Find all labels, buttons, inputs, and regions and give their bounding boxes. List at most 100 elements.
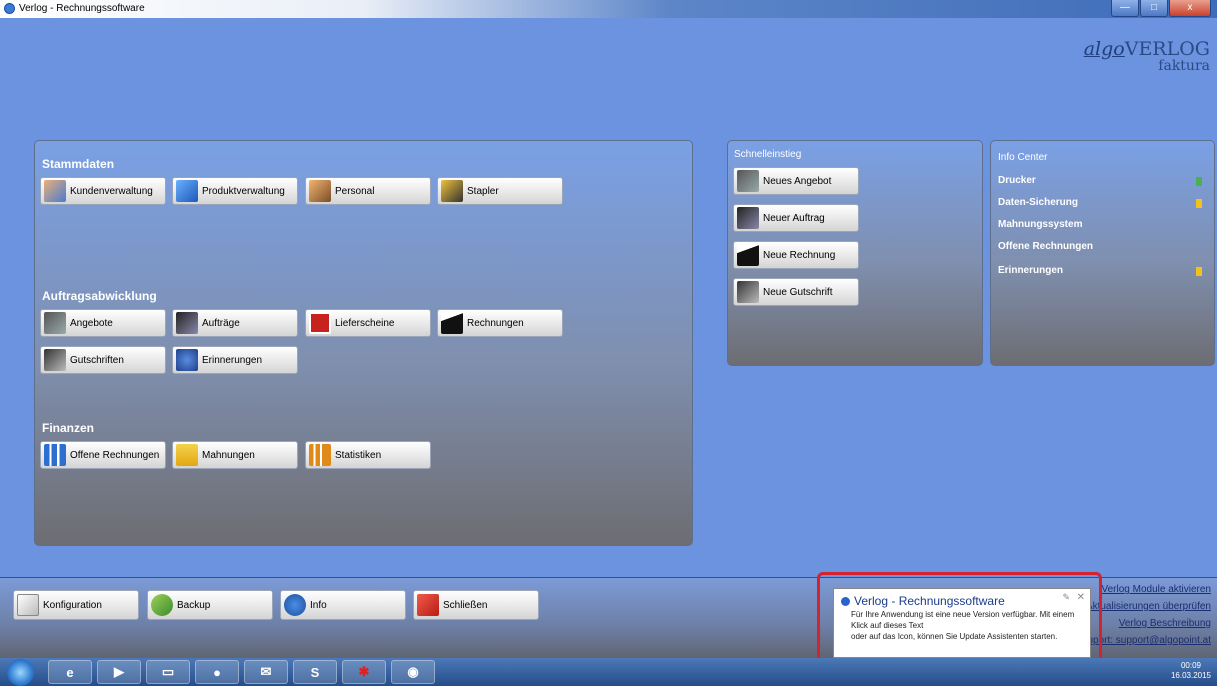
quote-icon xyxy=(737,170,759,192)
orders-icon xyxy=(737,207,759,229)
settings-icon xyxy=(17,594,39,616)
btn-label: Schließen xyxy=(443,599,488,611)
maximize-button[interactable]: □ xyxy=(1140,0,1168,17)
media-player-icon[interactable]: ▶ xyxy=(97,660,141,684)
brand-verlog: VERLOG xyxy=(1124,38,1210,60)
invoice-icon xyxy=(737,244,759,266)
reminder-icon xyxy=(176,349,198,371)
section-auftragsabwicklung: Auftragsabwicklung xyxy=(42,289,157,303)
skype-icon[interactable]: S xyxy=(293,660,337,684)
erinnerungen-button[interactable]: Erinnerungen xyxy=(172,346,298,374)
minimize-button[interactable]: — xyxy=(1111,0,1139,17)
offene-rechnungen-button[interactable]: Offene Rechnungen xyxy=(40,441,166,469)
explorer-icon[interactable]: ▭ xyxy=(146,660,190,684)
btn-label: Lieferscheine xyxy=(335,317,395,329)
system-clock[interactable]: 00:09 16.03.2015 xyxy=(1171,661,1211,681)
products-icon xyxy=(176,180,198,202)
btn-label: Neues Angebot xyxy=(763,175,832,187)
neuer-auftrag-button[interactable]: Neuer Auftrag xyxy=(733,204,859,232)
btn-label: Neue Rechnung xyxy=(763,249,836,261)
flag-icon xyxy=(1196,177,1202,186)
btn-label: Kundenverwaltung xyxy=(70,185,153,197)
staff-icon xyxy=(309,180,331,202)
info-daten-sicherung[interactable]: Daten-Sicherung xyxy=(998,197,1078,208)
credit-note-icon xyxy=(44,349,66,371)
clock-date: 16.03.2015 xyxy=(1170,671,1211,680)
close-window-button[interactable]: x xyxy=(1169,0,1211,17)
info-icon xyxy=(284,594,306,616)
mail-icon[interactable]: ✉ xyxy=(244,660,288,684)
btn-label: Gutschriften xyxy=(70,354,124,366)
neue-gutschrift-button[interactable]: Neue Gutschrift xyxy=(733,278,859,306)
btn-label: Offene Rechnungen xyxy=(70,449,160,461)
section-stammdaten: Stammdaten xyxy=(42,157,115,171)
clock-time: 00:09 xyxy=(1180,661,1201,670)
neue-rechnung-button[interactable]: Neue Rechnung xyxy=(733,241,859,269)
open-invoices-icon xyxy=(44,444,66,466)
close-icon xyxy=(417,594,439,616)
kundenverwaltung-button[interactable]: Kundenverwaltung xyxy=(40,177,166,205)
angebote-button[interactable]: Angebote xyxy=(40,309,166,337)
mahnungen-button[interactable]: Mahnungen xyxy=(172,441,298,469)
backup-icon xyxy=(151,594,173,616)
customers-icon xyxy=(44,180,66,202)
backup-button[interactable]: Backup xyxy=(147,590,273,620)
brand-logo: algoVERLOG faktura xyxy=(1084,38,1210,74)
btn-label: Erinnerungen xyxy=(202,354,263,366)
btn-label: Stapler xyxy=(467,185,499,197)
produktverwaltung-button[interactable]: Produktverwaltung xyxy=(172,177,298,205)
btn-label: Statistiken xyxy=(335,449,382,461)
btn-label: Info xyxy=(310,599,327,611)
brand-faktura: faktura xyxy=(1158,58,1210,74)
neues-angebot-button[interactable]: Neues Angebot xyxy=(733,167,859,195)
stapler-button[interactable]: Stapler xyxy=(437,177,563,205)
quickstart-title: Schnelleinstieg xyxy=(734,149,802,160)
info-mahnungssystem[interactable]: Mahnungssystem xyxy=(998,219,1082,230)
info-offene-rechnungen[interactable]: Offene Rechnungen xyxy=(998,241,1093,252)
statistics-icon xyxy=(309,444,331,466)
verlog-app-icon[interactable]: ◉ xyxy=(391,660,435,684)
btn-label: Aufträge xyxy=(202,317,240,329)
personal-button[interactable]: Personal xyxy=(305,177,431,205)
konfiguration-button[interactable]: Konfiguration xyxy=(13,590,139,620)
window-title: Verlog - Rechnungssoftware xyxy=(19,3,145,14)
btn-label: Rechnungen xyxy=(467,317,524,329)
btn-label: Produktverwaltung xyxy=(202,185,285,197)
invoice-icon xyxy=(441,312,463,334)
btn-label: Personal xyxy=(335,185,375,197)
flag-icon xyxy=(1196,199,1202,208)
statistiken-button[interactable]: Statistiken xyxy=(305,441,431,469)
btn-label: Neuer Auftrag xyxy=(763,212,825,224)
delivery-note-icon xyxy=(309,312,331,334)
firefox-icon[interactable]: ● xyxy=(195,660,239,684)
btn-label: Konfiguration xyxy=(43,599,102,611)
ie-icon[interactable]: e xyxy=(48,660,92,684)
info-erinnerungen[interactable]: Erinnerungen xyxy=(998,265,1063,276)
info-drucker[interactable]: Drucker xyxy=(998,175,1036,186)
start-button[interactable] xyxy=(7,659,34,686)
info-button[interactable]: Info xyxy=(280,590,406,620)
info-center-list: Drucker Daten-Sicherung Mahnungssystem O… xyxy=(990,140,1215,366)
lieferscheine-button[interactable]: Lieferscheine xyxy=(305,309,431,337)
dunning-icon xyxy=(176,444,198,466)
gutschriften-button[interactable]: Gutschriften xyxy=(40,346,166,374)
quote-icon xyxy=(44,312,66,334)
taskbar: e ▶ ▭ ● ✉ S ✱ ◉ xyxy=(0,658,1217,686)
orders-icon xyxy=(176,312,198,334)
section-finanzen: Finanzen xyxy=(42,421,95,435)
rechnungen-button[interactable]: Rechnungen xyxy=(437,309,563,337)
brand-algo: algo xyxy=(1083,38,1125,60)
paint-icon[interactable]: ✱ xyxy=(342,660,386,684)
btn-label: Backup xyxy=(177,599,211,611)
forklift-icon xyxy=(441,180,463,202)
schliessen-button[interactable]: Schließen xyxy=(413,590,539,620)
credit-note-icon xyxy=(737,281,759,303)
app-icon xyxy=(4,3,15,14)
title-bar: Verlog - Rechnungssoftware — □ x xyxy=(0,0,1217,18)
btn-label: Mahnungen xyxy=(202,449,255,461)
window-controls: — □ x xyxy=(1110,0,1211,17)
btn-label: Angebote xyxy=(70,317,113,329)
flag-icon xyxy=(1196,267,1202,276)
auftraege-button[interactable]: Aufträge xyxy=(172,309,298,337)
btn-label: Neue Gutschrift xyxy=(763,286,833,298)
